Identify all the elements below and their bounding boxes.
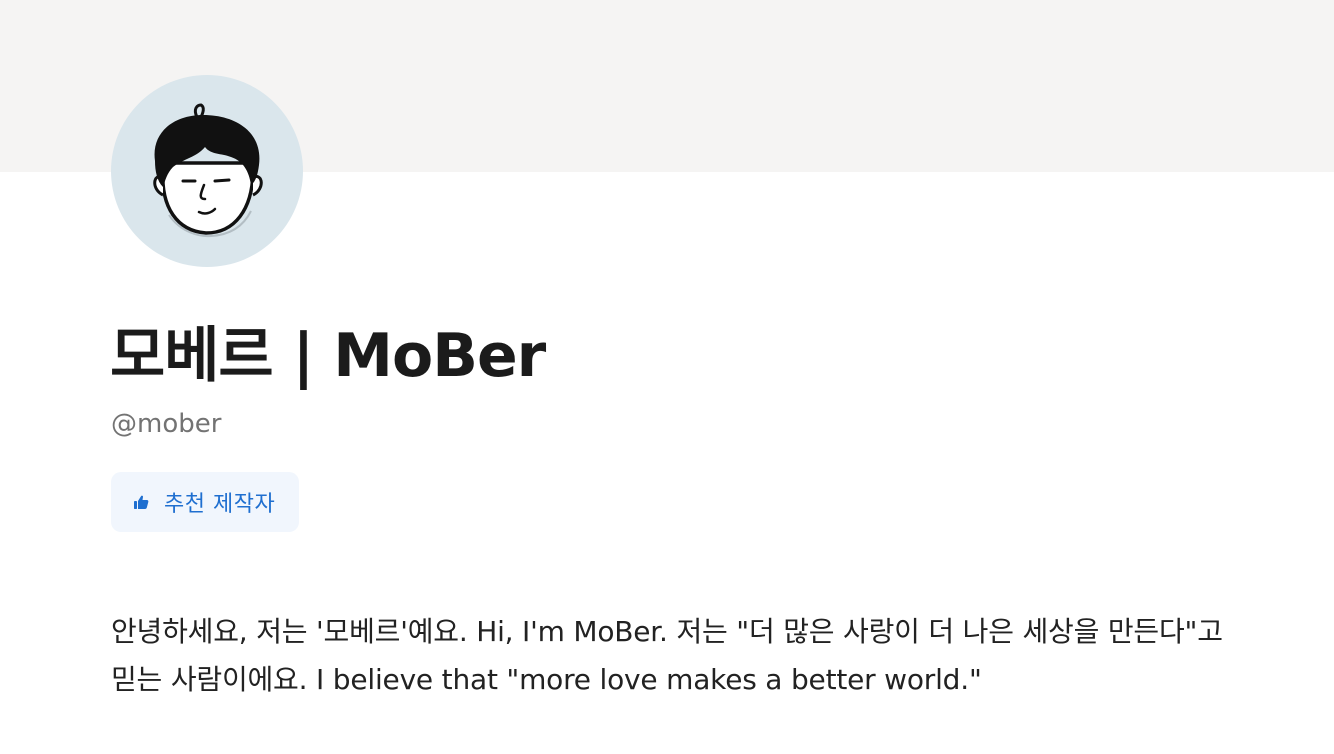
- badge-label: 추천 제작자: [164, 492, 276, 517]
- recommended-creator-badge[interactable]: 추천 제작자: [111, 472, 299, 532]
- thumbs-up-icon: [131, 492, 151, 512]
- profile-handle: @mober: [111, 409, 222, 439]
- profile-bio: 안녕하세요, 저는 '모베르'예요. Hi, I'm MoBer. 저는 "더 …: [111, 615, 1223, 696]
- cartoon-face-icon: [153, 103, 263, 238]
- avatar[interactable]: [111, 75, 303, 267]
- page-title: 모베르 | MoBer: [110, 321, 546, 391]
